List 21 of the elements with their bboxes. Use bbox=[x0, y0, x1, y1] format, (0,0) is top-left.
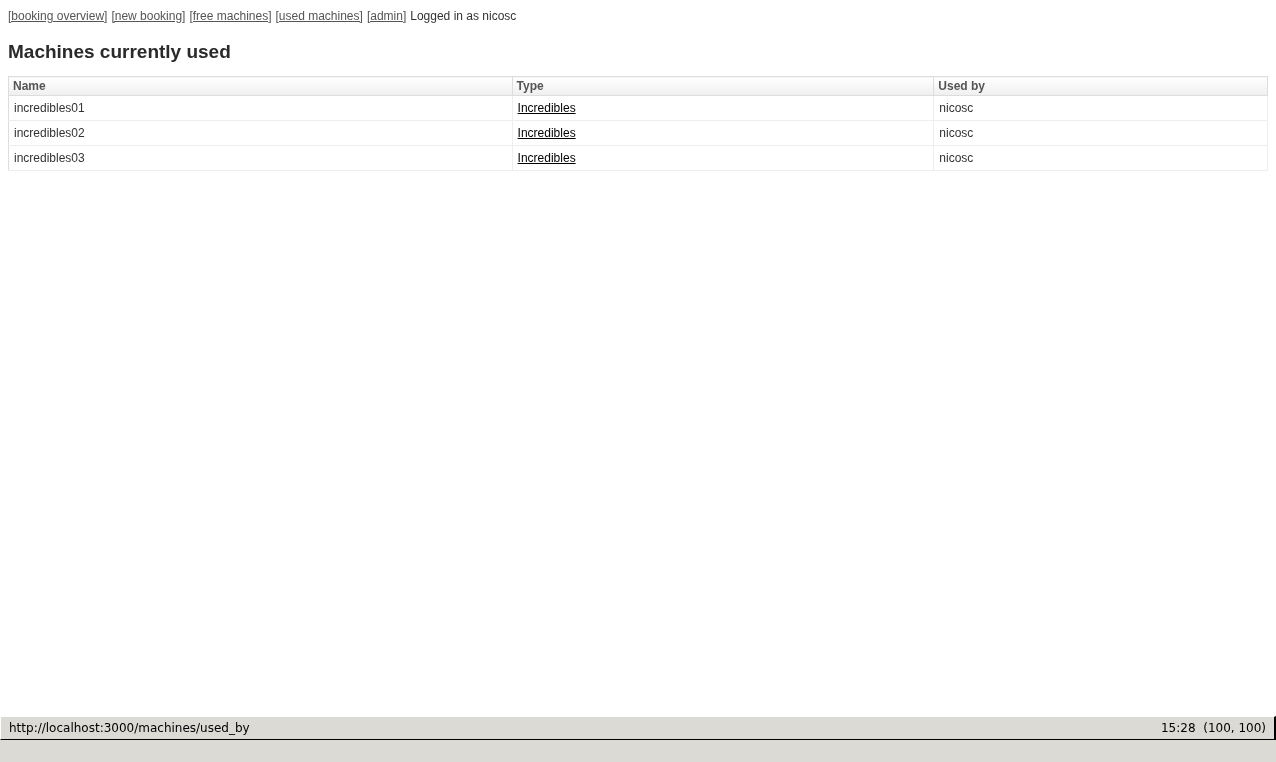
table-cell: incredibles01 bbox=[8, 95, 513, 121]
table-cell: nicosc bbox=[933, 95, 1268, 121]
login-status: Logged in as nicosc bbox=[410, 9, 517, 23]
nav-link[interactable]: [admin] bbox=[366, 9, 407, 23]
table-cell: incredibles03 bbox=[8, 145, 513, 171]
type-link[interactable]: Incredibles bbox=[517, 101, 576, 115]
type-link[interactable]: Incredibles bbox=[517, 151, 576, 165]
status-url: http://localhost:3000/machines/used_by bbox=[9, 721, 250, 735]
table-cell: nicosc bbox=[933, 120, 1268, 146]
table-cell: incredibles02 bbox=[8, 120, 513, 146]
table-cell: nicosc bbox=[933, 145, 1268, 171]
type-link[interactable]: Incredibles bbox=[517, 126, 576, 140]
nav-link[interactable]: [used machines] bbox=[275, 9, 363, 23]
nav-link[interactable]: [new booking] bbox=[111, 9, 186, 23]
column-header: Used by bbox=[933, 76, 1268, 96]
column-header: Name bbox=[8, 76, 513, 96]
nav-link[interactable]: [booking overview] bbox=[8, 9, 108, 23]
nav-link[interactable]: [free machines] bbox=[189, 9, 272, 23]
column-header: Type bbox=[512, 76, 934, 96]
status-info: 15:28 (100, 100) bbox=[1161, 721, 1266, 735]
page-heading: Machines currently used bbox=[8, 41, 232, 63]
